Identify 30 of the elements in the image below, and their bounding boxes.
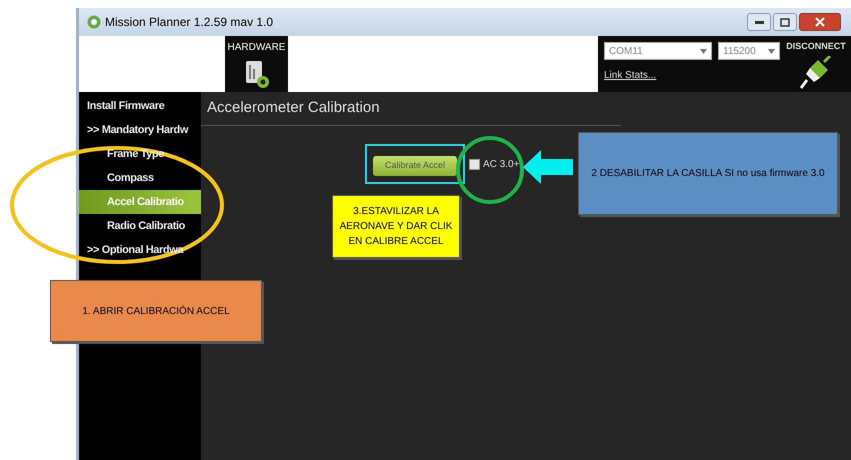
panel-title: Accelerometer Calibration	[207, 98, 380, 118]
sidebar-item[interactable]: Install Firmware	[79, 94, 201, 118]
checkbox-label: AC 3.0+	[483, 158, 520, 172]
sidebar-item[interactable]: Compass	[79, 166, 201, 190]
dropdown-arrow-icon	[700, 48, 707, 54]
port-dropdown[interactable]: COM11	[604, 42, 712, 60]
annotation-note: 3.ESTAVILIZAR LA AERONAVE Y DAR CLIK EN CALIBRE ACCEL	[332, 195, 460, 258]
plug-icon[interactable]	[798, 56, 834, 90]
minimize-button[interactable]	[747, 13, 771, 31]
maximize-button[interactable]	[773, 13, 797, 31]
hardware-label: HARDWARE	[228, 41, 286, 55]
app-logo-icon	[87, 15, 101, 29]
calibrate-accel-button[interactable]: Calibrate Accel	[373, 156, 457, 176]
annotation-note: 2 DESABILITAR LA CASILLA SI no usa firmware 3.0	[578, 132, 838, 215]
annotation-note: 1. ABRIR CALIBRACIÓN ACCEL	[50, 280, 262, 342]
sidebar-item[interactable]: >> Mandatory Hardw	[79, 118, 201, 142]
minimize-icon	[754, 20, 764, 24]
close-button[interactable]	[799, 13, 841, 31]
link-stats-link[interactable]: Link Stats...	[604, 68, 781, 83]
dropdown-arrow-icon	[768, 48, 775, 54]
window-title: Mission Planner 1.2.59 mav 1.0	[105, 14, 274, 31]
close-icon	[815, 17, 825, 27]
pointer-arrow-icon	[523, 150, 573, 184]
hardware-chip-icon[interactable]	[244, 59, 270, 89]
sidebar-item[interactable]: Radio Calibratio	[79, 214, 201, 238]
highlight-circle	[455, 135, 525, 205]
baud-dropdown[interactable]: 115200	[718, 42, 780, 60]
disconnect-label: DISCONNECT	[786, 40, 846, 53]
maximize-icon	[780, 18, 790, 26]
checkbox[interactable]	[469, 158, 480, 170]
